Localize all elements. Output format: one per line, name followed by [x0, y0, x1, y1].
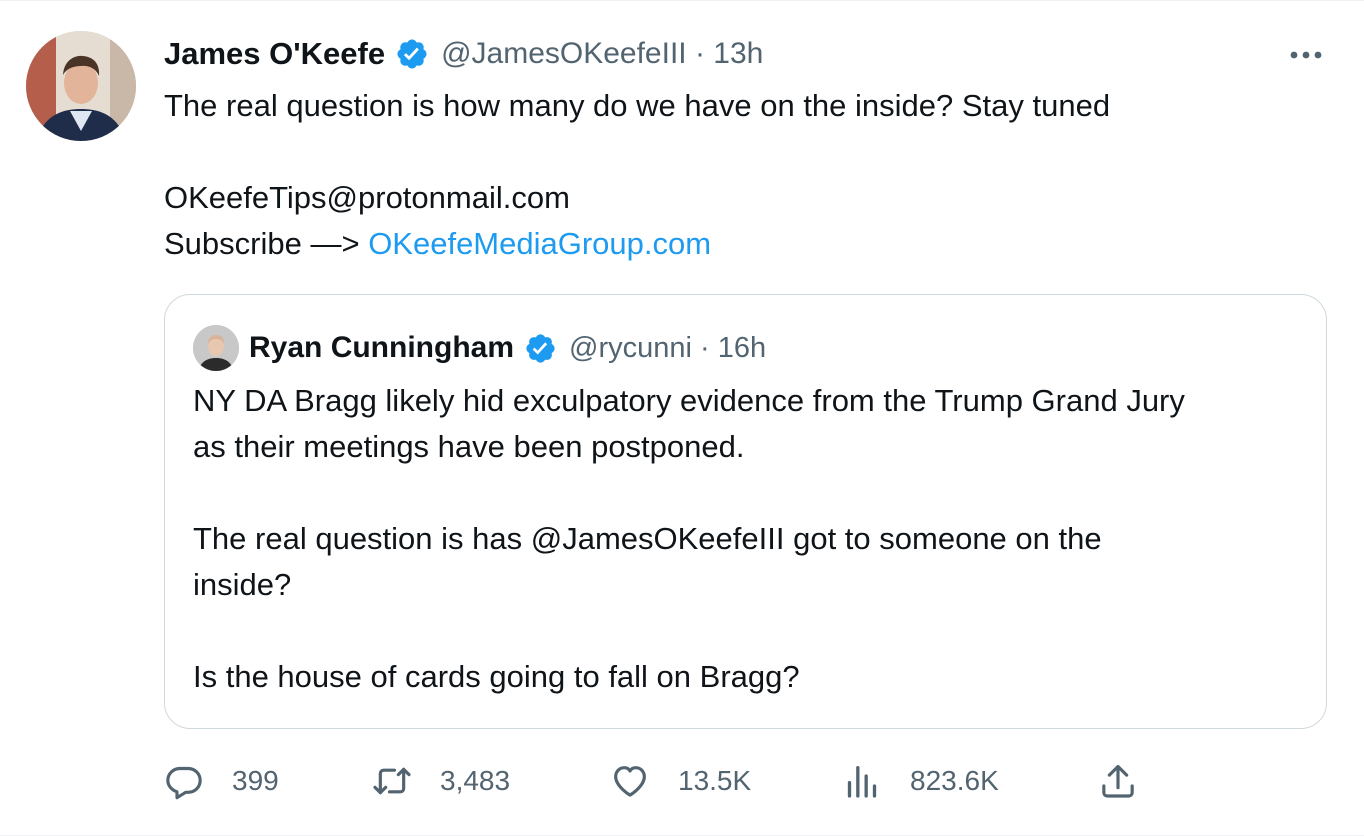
- like-button[interactable]: 13.5K: [610, 753, 751, 809]
- share-upload-icon: [1102, 764, 1134, 798]
- quoted-text-line: [193, 608, 1313, 654]
- tweet[interactable]: James O'Keefe @JamesOKeefeIII · 13h The …: [0, 0, 1364, 836]
- author-handle[interactable]: @JamesOKeefeIII: [441, 37, 687, 70]
- author-name[interactable]: James O'Keefe: [164, 36, 385, 72]
- retweet-count: 3,483: [440, 765, 511, 796]
- quoted-author-avatar[interactable]: [193, 325, 239, 371]
- quoted-author-avatar-image: [193, 325, 239, 371]
- subscribe-link[interactable]: OKeefeMediaGroup.com: [368, 226, 711, 261]
- views-count: 823.6K: [910, 765, 999, 796]
- quoted-text-line: NY DA Bragg likely hid exculpatory evide…: [193, 383, 1185, 418]
- header-separator: ·: [686, 37, 714, 70]
- tweet-text: The real question is how many do we have…: [164, 83, 1314, 267]
- quoted-text-line: Is the house of cards going to fall on B…: [193, 659, 800, 694]
- tweet-time[interactable]: 13h: [713, 37, 763, 70]
- like-count: 13.5K: [678, 765, 752, 796]
- verified-badge-icon[interactable]: [524, 332, 557, 365]
- tweet-text-line: [164, 129, 1314, 175]
- reply-button[interactable]: 399: [164, 753, 279, 809]
- action-bar: 399 3,483 13.5K 823.6K: [164, 753, 1164, 809]
- quoted-tweet-time[interactable]: 16h: [718, 332, 766, 364]
- author-avatar-image: [26, 31, 136, 141]
- verified-badge-icon[interactable]: [395, 37, 429, 71]
- quoted-tweet-header: Ryan Cunningham @rycunni · 16h: [249, 325, 766, 371]
- more-dots-icon[interactable]: [1286, 41, 1326, 69]
- quoted-author-name[interactable]: Ryan Cunningham: [249, 331, 514, 365]
- tweet-header: James O'Keefe @JamesOKeefeIII · 13h: [164, 31, 763, 77]
- subscribe-prefix: Subscribe —>: [164, 226, 369, 261]
- quoted-header-separator: ·: [691, 331, 718, 364]
- author-avatar[interactable]: [26, 31, 136, 141]
- views-button[interactable]: 823.6K: [842, 753, 999, 809]
- quoted-text-line: [193, 470, 1313, 516]
- quoted-text-line: The real question is has @JamesOKeefeIII…: [193, 521, 1102, 556]
- share-button[interactable]: [1098, 753, 1138, 809]
- heart-icon: [614, 766, 646, 797]
- quoted-tweet-text: NY DA Bragg likely hid exculpatory evide…: [193, 378, 1313, 700]
- reply-bubble-icon: [166, 766, 202, 800]
- reply-count: 399: [232, 765, 279, 796]
- tweet-text-line: The real question is how many do we have…: [164, 88, 1111, 123]
- quoted-author-handle[interactable]: @rycunni: [569, 332, 692, 364]
- retweet-icon: [373, 767, 411, 795]
- quoted-text-line: inside?: [193, 567, 292, 602]
- subscribe-line: Subscribe —> OKeefeMediaGroup.com: [164, 221, 1314, 267]
- retweet-button[interactable]: 3,483: [372, 753, 510, 809]
- views-bars-icon: [847, 766, 877, 798]
- tweet-text-line: OKeefeTips@protonmail.com: [164, 180, 570, 215]
- quoted-tweet[interactable]: Ryan Cunningham @rycunni · 16h NY DA Bra…: [164, 294, 1327, 729]
- quoted-text-line: as their meetings have been postponed.: [193, 429, 745, 464]
